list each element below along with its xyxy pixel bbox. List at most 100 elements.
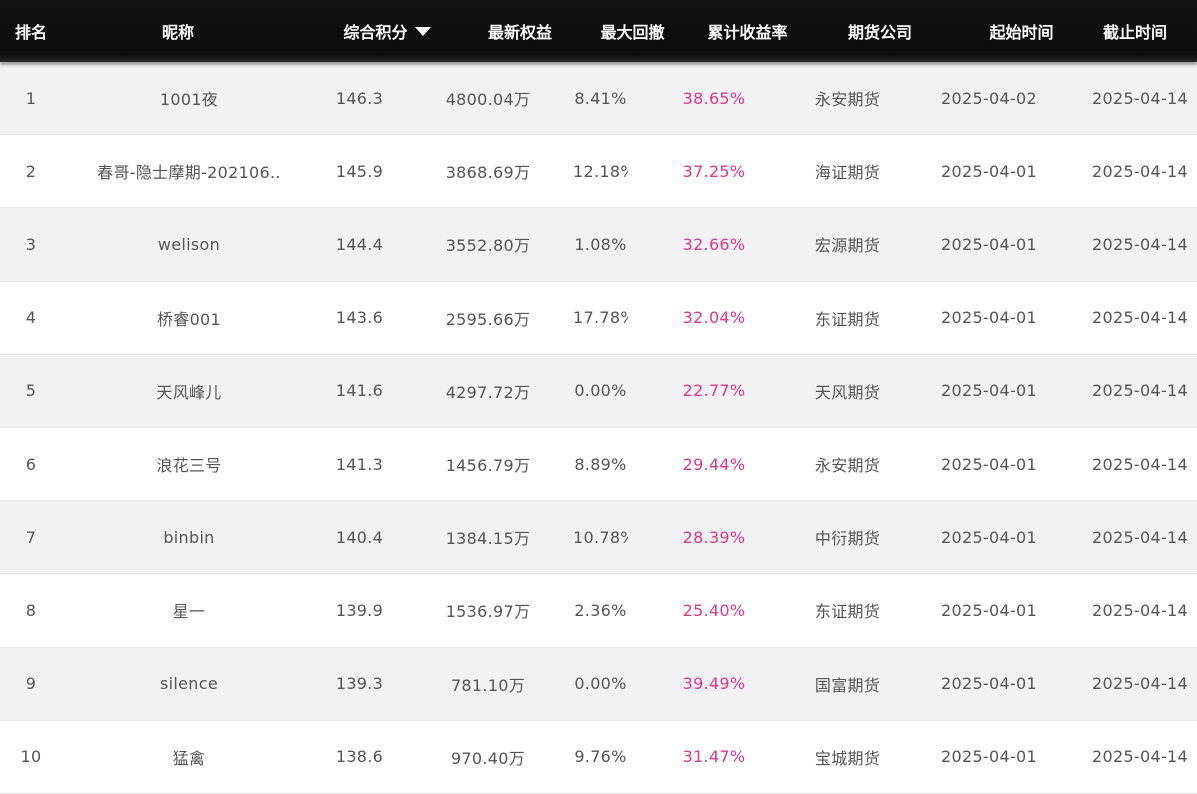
start-date-cell: 2025-04-01 <box>941 308 1037 328</box>
return-cell: 25.40% <box>682 600 746 620</box>
header-end[interactable]: 截止时间 <box>1073 0 1197 62</box>
table-body: 1 1001夜 146.3 4800.04万 8.41% 38.65% 永安期货 2025-0… <box>0 62 1197 794</box>
table-row[interactable]: 10 猛禽 138.6 970.40万 9.76% 31.47% 宝城期货 2025-04-0… <box>0 720 1197 794</box>
end-date-cell: 2025-04-14 <box>1092 527 1188 547</box>
rank-cell: 5 <box>25 381 37 401</box>
equity-cell: 1456.79万 <box>445 456 531 476</box>
start-date-cell: 2025-04-01 <box>941 600 1037 620</box>
score-cell: 144.4 <box>335 234 384 254</box>
return-cell: 37.25% <box>682 161 746 181</box>
table-row[interactable]: 5 天风峰儿 141.6 4297.72万 0.00% 22.77% 天风期货 2025-04… <box>0 354 1197 428</box>
nickname-cell[interactable]: welison <box>62 235 316 254</box>
table-row[interactable]: 7 binbin 140.4 1384.15万 10.78% 28.39% 中衍期货 2025… <box>0 501 1197 575</box>
header-return[interactable]: 累计收益率 <box>705 0 790 62</box>
rank-cell: 8 <box>25 600 37 620</box>
header-drawdown[interactable]: 最大回撤 <box>560 0 705 62</box>
table-row[interactable]: 3 welison 144.4 3552.80万 1.08% 32.66% 宏源期货 2025… <box>0 208 1197 282</box>
score-cell: 141.6 <box>335 381 384 401</box>
drawdown-cell: 8.41% <box>574 88 627 108</box>
header-rank[interactable]: 排名 <box>0 0 62 62</box>
start-date-cell: 2025-04-01 <box>941 381 1037 401</box>
table-row[interactable]: 2 春哥-隐士摩期-202106.. 145.9 3868.69万 12.18% 37.2… <box>0 135 1197 209</box>
rank-cell: 1 <box>25 88 37 108</box>
end-date-cell: 2025-04-14 <box>1092 454 1188 474</box>
return-cell: 32.04% <box>682 308 746 328</box>
nickname-cell[interactable]: 星一 <box>62 598 316 622</box>
equity-cell: 3868.69万 <box>445 163 531 183</box>
nickname-cell[interactable]: 1001夜 <box>62 86 316 110</box>
drawdown-cell: 0.00% <box>574 381 627 401</box>
company-cell: 宏源期货 <box>814 236 881 256</box>
nickname-cell[interactable]: binbin <box>62 528 316 547</box>
equity-cell: 1384.15万 <box>445 529 531 549</box>
nickname-cell[interactable]: 浪花三号 <box>62 452 316 476</box>
table-header: 排名 昵称 综合积分 最新权益 最大回撤 累计收益率 期货公司 起始时间 截止时… <box>0 0 1197 62</box>
start-date-cell: 2025-04-01 <box>941 527 1037 547</box>
nickname-cell[interactable]: silence <box>62 674 316 693</box>
equity-cell: 781.10万 <box>450 675 526 695</box>
drawdown-cell: 12.18% <box>573 161 628 181</box>
end-date-cell: 2025-04-14 <box>1092 308 1188 328</box>
equity-cell: 4297.72万 <box>445 382 531 402</box>
company-cell: 宝城期货 <box>814 748 881 768</box>
table-row[interactable]: 8 星一 139.9 1536.97万 2.36% 25.40% 东证期货 2025-04-0… <box>0 574 1197 648</box>
score-cell: 139.9 <box>335 600 384 620</box>
header-equity[interactable]: 最新权益 <box>480 0 560 62</box>
equity-cell: 1536.97万 <box>445 602 531 622</box>
return-cell: 38.65% <box>682 88 746 108</box>
table-row[interactable]: 6 浪花三号 141.3 1456.79万 8.89% 29.44% 永安期货 2025-04… <box>0 427 1197 502</box>
nickname-cell[interactable]: 猛禽 <box>62 745 316 769</box>
company-cell: 国富期货 <box>814 675 881 695</box>
rank-cell: 10 <box>20 747 42 767</box>
equity-cell: 970.40万 <box>450 748 526 768</box>
equity-cell: 2595.66万 <box>445 309 531 329</box>
drawdown-cell: 0.00% <box>574 674 627 694</box>
nickname-cell[interactable]: 春哥-隐士摩期-202106.. <box>62 159 316 183</box>
header-score[interactable]: 综合积分 <box>294 0 480 62</box>
end-date-cell: 2025-04-14 <box>1092 234 1188 254</box>
start-date-cell: 2025-04-01 <box>941 747 1037 767</box>
score-cell: 143.6 <box>335 308 384 328</box>
score-cell: 146.3 <box>335 88 384 108</box>
end-date-cell: 2025-04-14 <box>1092 161 1188 181</box>
nickname-cell[interactable]: 桥睿001 <box>62 306 316 330</box>
company-cell: 永安期货 <box>814 90 881 110</box>
end-date-cell: 2025-04-14 <box>1092 747 1188 767</box>
company-cell: 中衍期货 <box>814 529 881 549</box>
start-date-cell: 2025-04-02 <box>941 88 1037 108</box>
score-cell: 145.9 <box>335 161 384 181</box>
return-cell: 31.47% <box>682 747 746 767</box>
score-cell: 139.3 <box>335 674 384 694</box>
rank-cell: 2 <box>25 161 37 181</box>
end-date-cell: 2025-04-14 <box>1092 381 1188 401</box>
drawdown-cell: 8.89% <box>574 454 627 474</box>
header-company[interactable]: 期货公司 <box>790 0 970 62</box>
company-cell: 东证期货 <box>814 602 881 622</box>
table-row[interactable]: 1 1001夜 146.3 4800.04万 8.41% 38.65% 永安期货 2025-0… <box>0 62 1197 136</box>
nickname-cell[interactable]: 天风峰儿 <box>62 379 316 403</box>
end-date-cell: 2025-04-14 <box>1092 674 1188 694</box>
end-date-cell: 2025-04-14 <box>1092 600 1188 620</box>
return-cell: 29.44% <box>682 454 746 474</box>
rank-cell: 7 <box>25 527 37 547</box>
score-cell: 138.6 <box>335 747 384 767</box>
sort-down-icon[interactable] <box>414 27 431 36</box>
company-cell: 天风期货 <box>814 382 881 402</box>
ranking-table: 排名 昵称 综合积分 最新权益 最大回撤 累计收益率 期货公司 起始时间 截止时… <box>0 0 1197 794</box>
start-date-cell: 2025-04-01 <box>941 161 1037 181</box>
rank-cell: 6 <box>25 454 37 474</box>
rank-cell: 3 <box>25 234 37 254</box>
score-cell: 141.3 <box>335 454 384 474</box>
drawdown-cell: 10.78% <box>573 527 628 547</box>
table-row[interactable]: 4 桥睿001 143.6 2595.66万 17.78% 32.04% 东证期货 2025-… <box>0 281 1197 355</box>
header-nickname[interactable]: 昵称 <box>62 0 294 62</box>
equity-cell: 3552.80万 <box>445 236 531 256</box>
start-date-cell: 2025-04-01 <box>941 454 1037 474</box>
start-date-cell: 2025-04-01 <box>941 234 1037 254</box>
table-row[interactable]: 9 silence 139.3 781.10万 0.00% 39.49% 国富期货 2025-… <box>0 647 1197 721</box>
end-date-cell: 2025-04-14 <box>1092 88 1188 108</box>
return-cell: 28.39% <box>682 527 746 547</box>
header-start[interactable]: 起始时间 <box>970 0 1073 62</box>
start-date-cell: 2025-04-01 <box>941 674 1037 694</box>
company-cell: 海证期货 <box>814 163 881 183</box>
